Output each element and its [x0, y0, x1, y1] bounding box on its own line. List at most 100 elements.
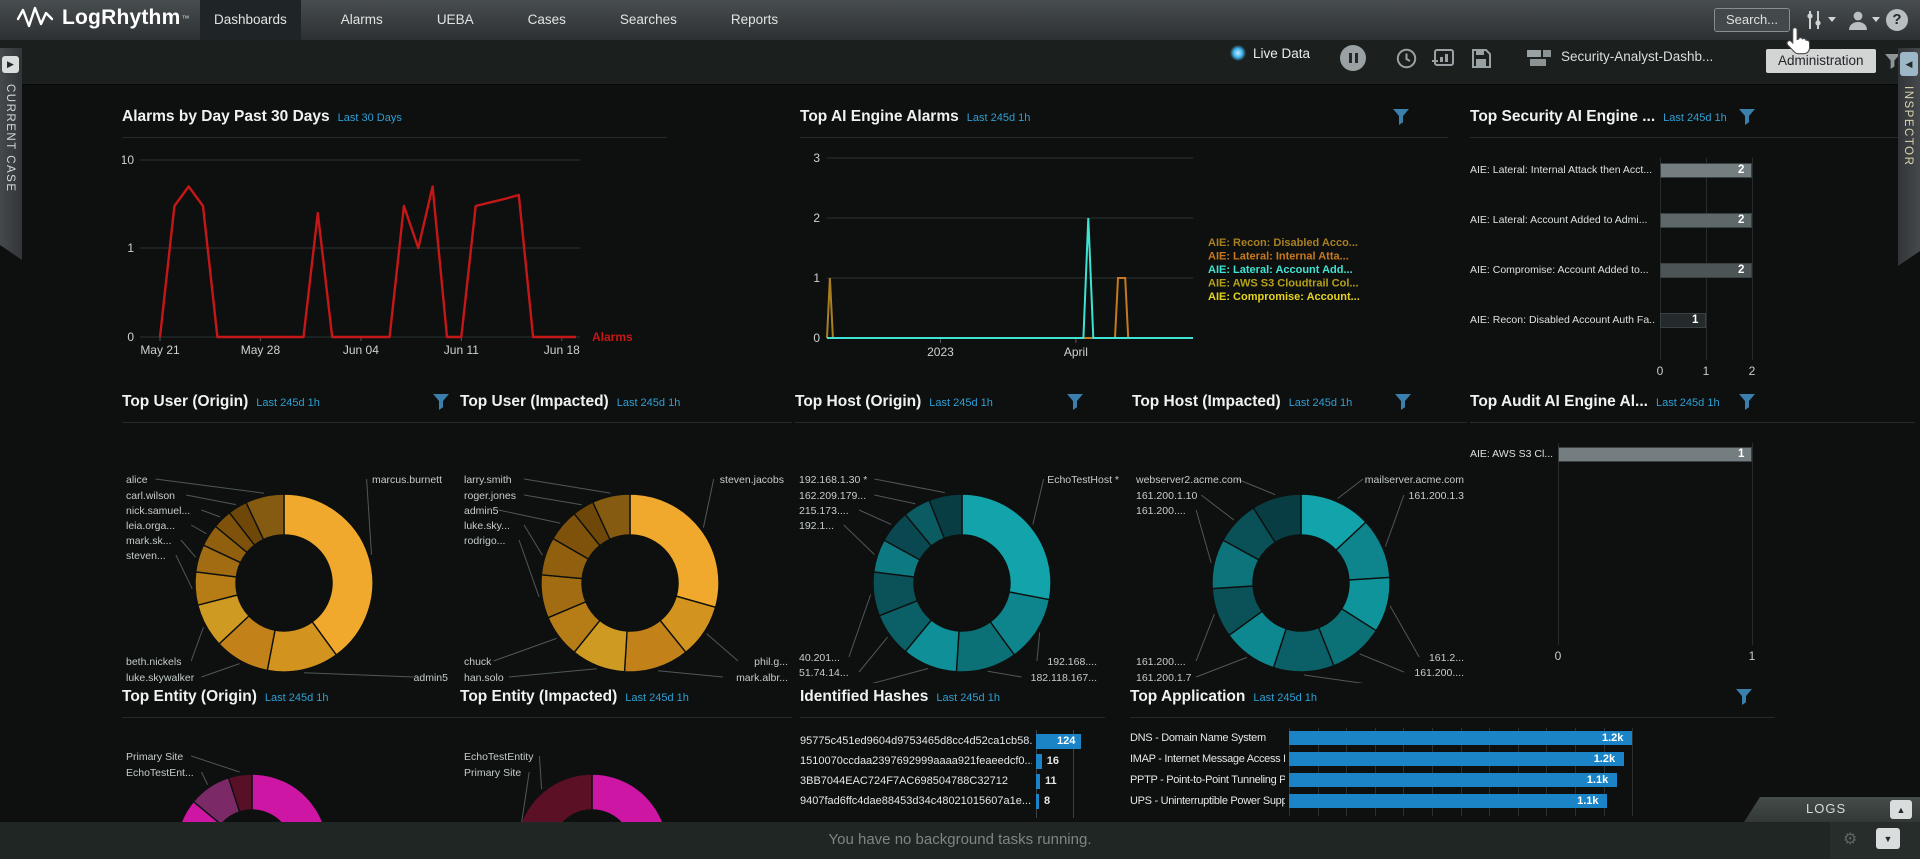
- logs-expand-icon[interactable]: ▲: [1890, 800, 1912, 819]
- bar[interactable]: [1289, 773, 1617, 787]
- hash-value: 16: [1047, 755, 1059, 767]
- tab-alarms[interactable]: Alarms: [327, 0, 397, 40]
- admin-caret-icon[interactable]: [1828, 17, 1836, 22]
- time-range-icon[interactable]: [1396, 48, 1417, 74]
- widget-title: Identified Hashes: [800, 688, 928, 705]
- bar[interactable]: [1289, 794, 1607, 808]
- donut-label: 161.200....: [1414, 667, 1464, 679]
- donut-label: 192.168....: [1047, 656, 1097, 668]
- filter-icon[interactable]: [1738, 108, 1756, 131]
- donut-label: mark.albr...: [736, 672, 788, 683]
- widget-header: Top Host (Origin)Last 245d 1h: [795, 393, 1132, 423]
- pause-button[interactable]: [1340, 45, 1366, 71]
- donut-label: chuck: [464, 656, 492, 668]
- widget-header: Top User (Impacted)Last 245d 1h: [460, 393, 792, 423]
- donut-label: admin5: [414, 672, 449, 683]
- hash-label: 9407fad6ffc4dae88453d34c48021015607a1e..…: [800, 795, 1032, 807]
- filter-icon[interactable]: [1392, 108, 1410, 131]
- live-data-indicator[interactable]: Live Data: [1230, 45, 1310, 61]
- collapse-panel-icon[interactable]: ▼: [1876, 828, 1900, 849]
- application-bar-chart: DNS - Domain Name System1.2kIMAP - Inter…: [1130, 718, 1775, 822]
- donut-label: EchoTestEntity: [464, 751, 534, 763]
- donut-label: phil.g...: [754, 656, 788, 668]
- hashes-bar-list: 95775c451ed9604d9753465d8cc4d52ca1cb58..…: [800, 718, 1105, 822]
- tab-ueba[interactable]: UEBA: [423, 0, 488, 40]
- collapse-inspector-icon[interactable]: ◀: [1900, 52, 1918, 76]
- search-button[interactable]: Search...: [1714, 8, 1790, 32]
- tab-reports[interactable]: Reports: [717, 0, 792, 40]
- donut-label: 161.200.1.3: [1409, 490, 1465, 502]
- widget-header: Top Entity (Impacted)Last 245d 1h: [460, 688, 792, 718]
- widget-top-ai-engine-alarms: Top AI Engine AlarmsLast 245d 1h 0123202…: [800, 108, 1448, 393]
- donut-label: larry.smith: [464, 474, 512, 486]
- application-row: IMAP - Internet Message Access Pr...1.2k: [1130, 752, 1775, 768]
- widget-title: Top Security AI Engine ...: [1470, 108, 1655, 125]
- add-widget-icon[interactable]: [1431, 48, 1455, 74]
- widget-title: Top Host (Origin): [795, 393, 921, 410]
- tab-cases[interactable]: Cases: [514, 0, 580, 40]
- bar[interactable]: [1036, 794, 1039, 809]
- x-axis-tick: 1: [1703, 364, 1710, 378]
- bar[interactable]: [1289, 731, 1632, 745]
- audit-aie-bar-chart: 01AIE: AWS S3 Cl...1: [1470, 423, 1915, 678]
- donut-label: Primary Site: [126, 751, 183, 763]
- bar-row: AIE: AWS S3 Cl...1: [1470, 447, 1915, 463]
- expand-current-case-icon[interactable]: ▶: [2, 56, 19, 73]
- widget-title: Top AI Engine Alarms: [800, 108, 959, 125]
- widget-range: Last 245d 1h: [265, 692, 329, 704]
- x-axis-tick: 2: [1749, 364, 1756, 378]
- widget-header: Top Audit AI Engine Al...Last 245d 1h: [1470, 393, 1915, 423]
- widget-range: Last 245d 1h: [967, 112, 1031, 124]
- bar-label: AIE: Compromise: Account Added to...: [1470, 264, 1655, 276]
- application-label: DNS - Domain Name System: [1130, 732, 1285, 744]
- tab-searches[interactable]: Searches: [606, 0, 691, 40]
- donut-label: EchoTestHost *: [1047, 474, 1119, 486]
- donut-label: 51.74.14...: [799, 667, 849, 679]
- widget-range: Last 245d 1h: [1663, 112, 1727, 124]
- entity-impacted-donut-chart: EchoTestEntity Primary Site: [460, 718, 792, 822]
- tab-dashboards[interactable]: Dashboards: [200, 0, 301, 40]
- series-legend-label: Alarms: [592, 330, 633, 344]
- alarms-series-line[interactable]: [160, 187, 576, 338]
- bar[interactable]: [1289, 752, 1624, 766]
- widget-header: Identified HashesLast 245d 1h: [800, 688, 1105, 718]
- bar[interactable]: [1558, 447, 1752, 462]
- settings-gear-icon[interactable]: ⚙: [1843, 829, 1857, 849]
- application-label: UPS - Uninterruptible Power Supply: [1130, 795, 1285, 807]
- save-dashboard-icon[interactable]: [1470, 48, 1492, 74]
- legend-item: AIE: Recon: Disabled Acco...: [1208, 237, 1358, 249]
- filter-icon[interactable]: [1738, 393, 1756, 416]
- aie-series-line[interactable]: [827, 278, 1193, 338]
- donut-label: mark.sk...: [126, 535, 172, 547]
- aie-series-line[interactable]: [827, 278, 1193, 338]
- help-icon[interactable]: ?: [1886, 9, 1908, 31]
- bar-value: 2: [1738, 214, 1744, 226]
- bar-row: AIE: Lateral: Account Added to Admi...2: [1470, 213, 1915, 229]
- current-case-tab[interactable]: ▶ CURRENT CASE: [0, 48, 22, 260]
- widget-top-security-ai-engine: Top Security AI Engine ...Last 245d 1h 0…: [1470, 108, 1915, 400]
- inspector-tab[interactable]: ◀ INSPECTOR: [1898, 48, 1920, 266]
- user-caret-icon[interactable]: [1872, 17, 1880, 22]
- donut-label: 40.201...: [799, 652, 840, 664]
- dashboard-selector[interactable]: Security-Analyst-Dashb...: [1561, 49, 1713, 64]
- donut-slice[interactable]: [630, 494, 719, 607]
- donut-label: 182.118.167...: [1031, 672, 1097, 683]
- svg-text:10: 10: [122, 153, 134, 167]
- filter-icon[interactable]: [1735, 688, 1753, 711]
- logs-tab[interactable]: LOGS ▲: [1744, 797, 1920, 822]
- donut-slice[interactable]: [517, 774, 592, 822]
- svg-text:Jun 18: Jun 18: [544, 343, 580, 357]
- bar[interactable]: [1036, 774, 1040, 789]
- filter-icon[interactable]: [1394, 393, 1412, 416]
- donut-label: Primary Site: [464, 767, 521, 779]
- filter-icon[interactable]: [1066, 393, 1084, 416]
- filter-icon[interactable]: [432, 393, 450, 416]
- widget-top-entity-impacted: Top Entity (Impacted)Last 245d 1h EchoTe…: [460, 688, 792, 822]
- user-profile-icon[interactable]: [1846, 8, 1870, 37]
- donut-slice[interactable]: [962, 494, 1051, 600]
- dashboard-layout-icon[interactable]: [1527, 50, 1553, 72]
- logo-trademark: ™: [181, 14, 189, 23]
- bar[interactable]: [1660, 313, 1706, 328]
- x-axis-tick: 1: [1749, 649, 1756, 663]
- bar[interactable]: [1036, 754, 1042, 769]
